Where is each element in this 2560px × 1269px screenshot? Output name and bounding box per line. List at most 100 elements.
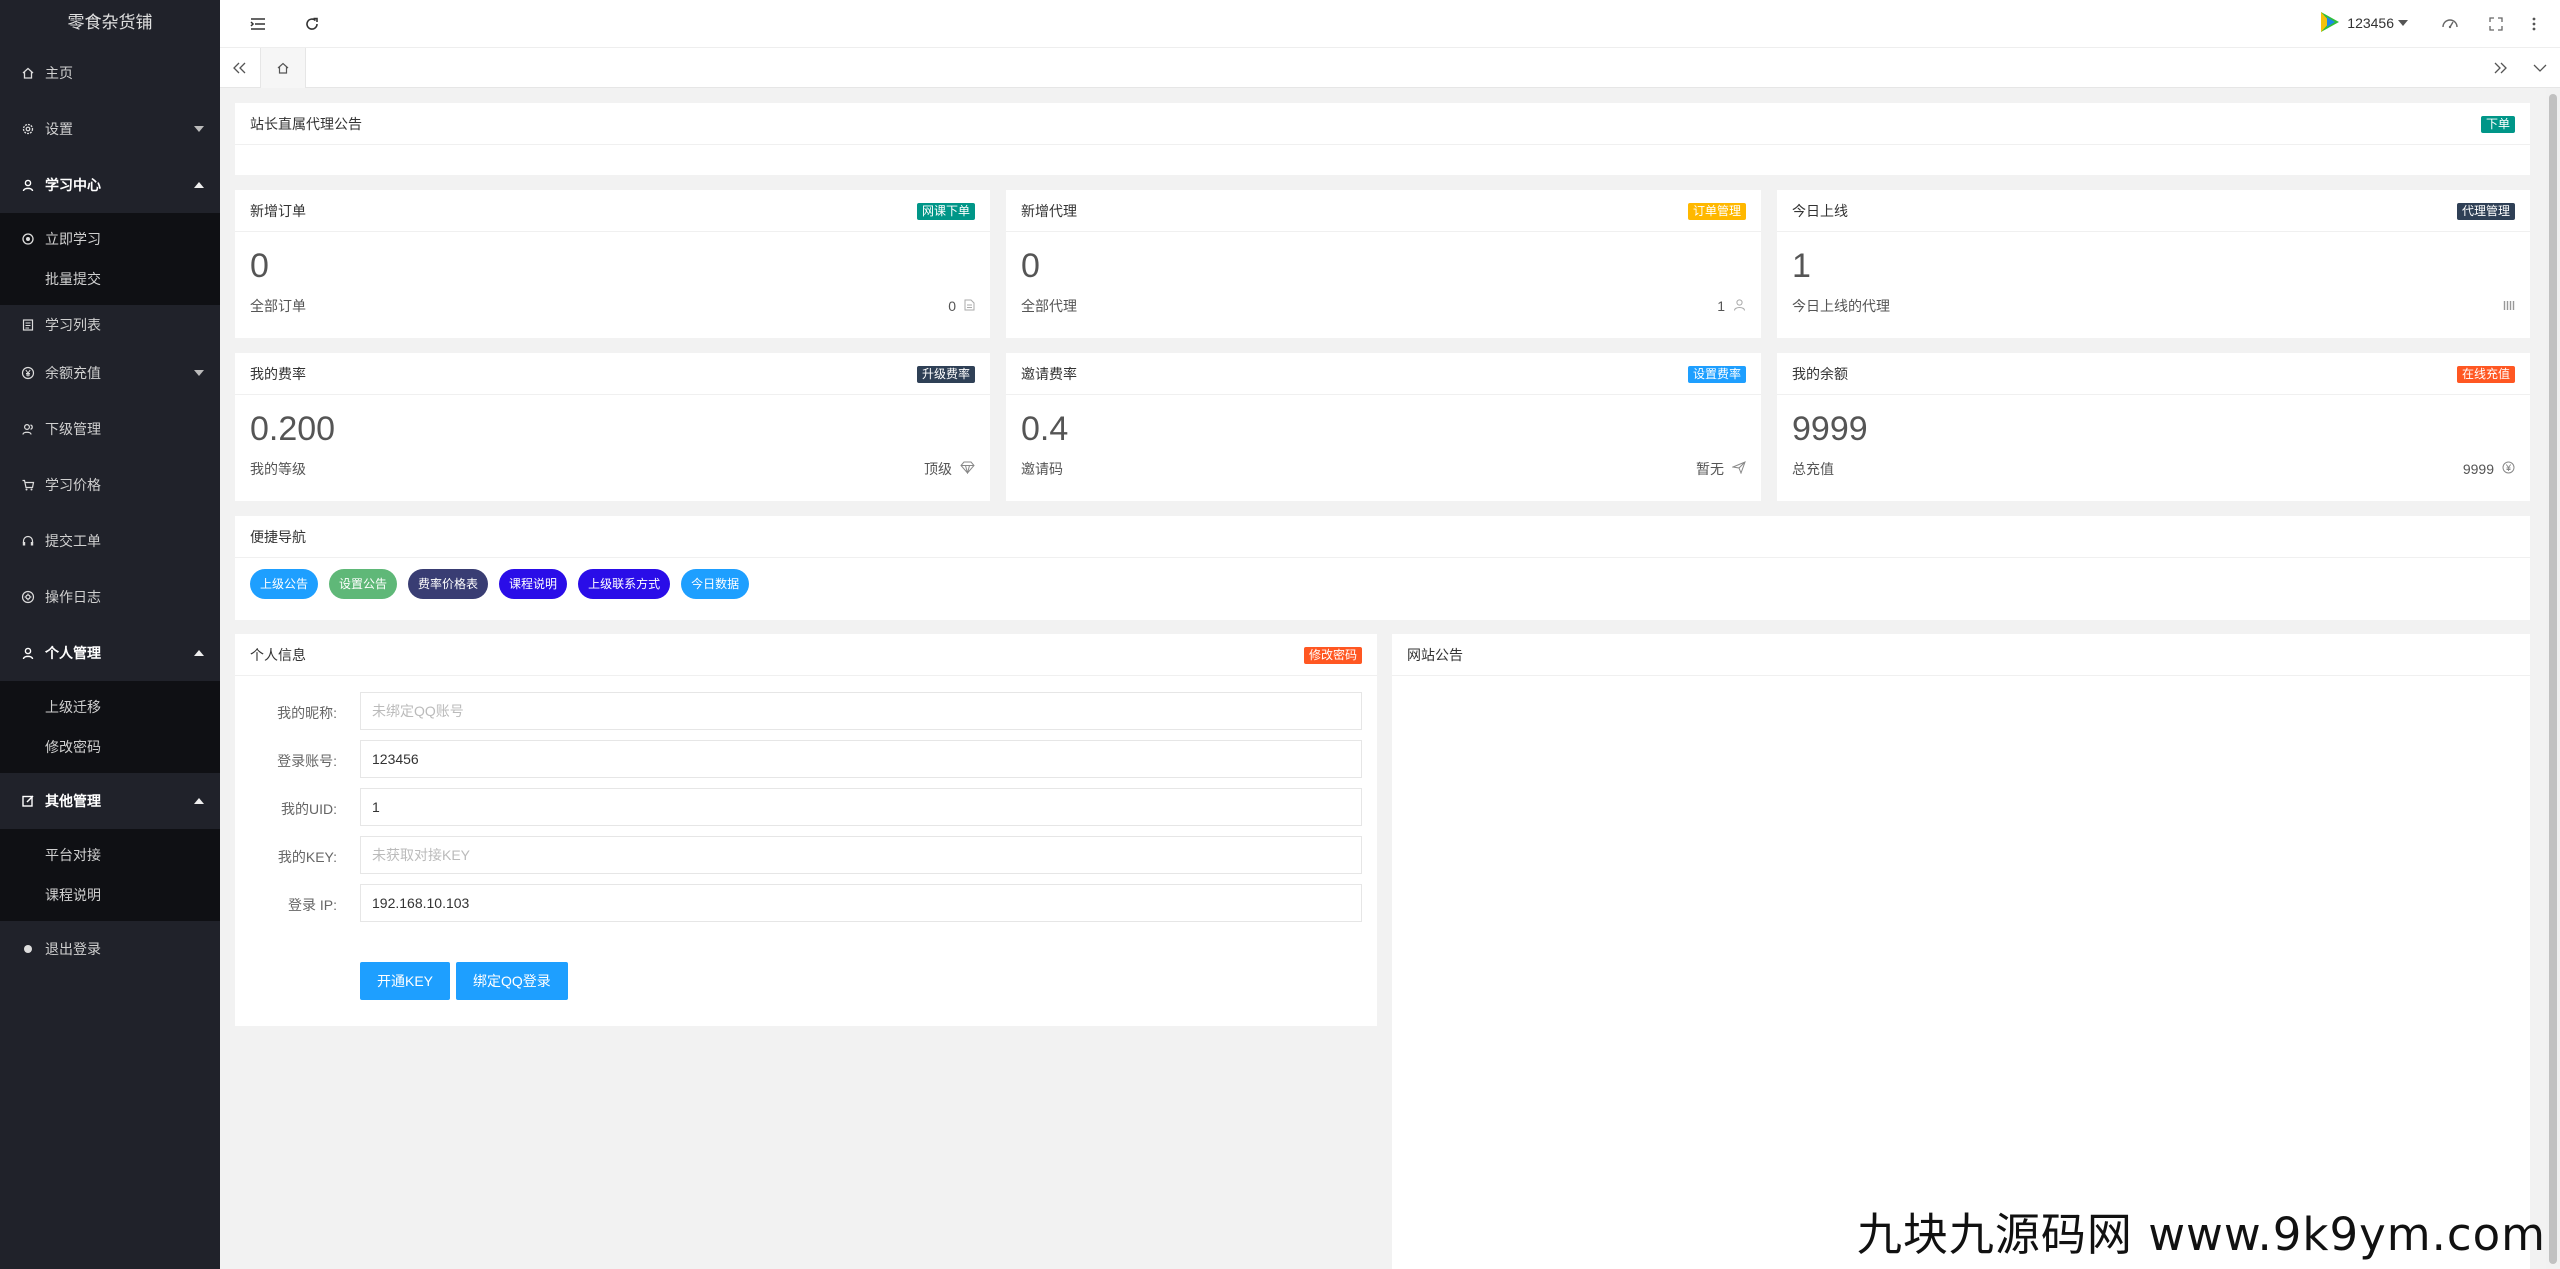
stat-value: 0.4 (1021, 410, 1069, 448)
sidebar-item-batch-submit[interactable]: 批量提交 (0, 259, 220, 299)
field-label: 我的UID: (281, 801, 337, 817)
form-row-ip: 登录 IP: 192.168.10.103 (235, 884, 1377, 924)
study-center-submenu: 立即学习 批量提交 (0, 213, 220, 305)
card-header: 我的余额 在线充值 (1777, 353, 2530, 395)
stat-sub-label: 全部代理 (1021, 298, 1077, 314)
sidebar-item-settings[interactable]: 设置 (0, 101, 220, 157)
sidebar-item-label: 个人管理 (45, 645, 101, 661)
tab-home[interactable] (260, 48, 306, 88)
order-manage-badge[interactable]: 订单管理 (1687, 203, 1746, 220)
theme-icon[interactable] (2438, 12, 2462, 36)
tabs-scroll-left-icon[interactable] (220, 48, 260, 88)
change-password-badge[interactable]: 修改密码 (1303, 647, 1362, 664)
form-row-account: 登录账号: 123456 (235, 740, 1377, 780)
sidebar-item-label: 学习价格 (45, 477, 101, 493)
quick-nav-today-data[interactable]: 今日数据 (681, 569, 750, 599)
app-logo[interactable]: 零食杂货铺 (0, 0, 220, 45)
stat-sub-value: 0 (948, 298, 956, 314)
sidebar-item-platform-dock[interactable]: 平台对接 (0, 835, 220, 875)
scrollbar-thumb[interactable] (2549, 94, 2557, 1264)
order-course-badge[interactable]: 网课下单 (916, 203, 975, 220)
sidebar-item-superior-migrate[interactable]: 上级迁移 (0, 687, 220, 727)
sidebar-item-label: 主页 (45, 65, 73, 81)
chevron-down-icon (194, 370, 204, 376)
stat-card-online-today: 今日上线 代理管理 1 今日上线的代理 (1777, 190, 2530, 338)
sidebar-item-study-now[interactable]: 立即学习 (0, 219, 220, 259)
more-icon[interactable] (2522, 12, 2546, 36)
sidebar-item-recharge[interactable]: 余额充值 (0, 345, 220, 401)
quick-nav-superior-contact[interactable]: 上级联系方式 (578, 569, 671, 599)
tabs-bar (220, 48, 2560, 88)
agent-manage-badge[interactable]: 代理管理 (2456, 203, 2515, 220)
online-recharge-badge[interactable]: 在线充值 (2456, 366, 2515, 383)
scrollbar[interactable] (2546, 88, 2560, 1269)
account-field[interactable]: 123456 (360, 740, 1362, 778)
sidebar-item-label: 退出登录 (45, 941, 101, 957)
avatar (2315, 9, 2343, 37)
menu-toggle-icon[interactable] (246, 12, 270, 36)
card-title: 新增代理 (1021, 203, 1077, 219)
edit-icon (20, 793, 36, 809)
card-header: 今日上线 代理管理 (1777, 190, 2530, 232)
sidebar-item-ticket[interactable]: 提交工单 (0, 513, 220, 569)
stat-footer: 总充值 9999 (1777, 449, 2530, 479)
top-header: 123456 (220, 0, 2560, 48)
stat-value: 9999 (1792, 410, 1868, 448)
sidebar-item-study-price[interactable]: 学习价格 (0, 457, 220, 513)
other-submenu: 平台对接 课程说明 (0, 829, 220, 921)
field-label: 我的昵称: (277, 705, 337, 721)
tabs-scroll-right-icon[interactable] (2480, 48, 2520, 88)
set-rate-badge[interactable]: 设置费率 (1687, 366, 1746, 383)
user-menu[interactable]: 123456 (2315, 9, 2408, 37)
card-header: 站长直属代理公告 下单 (235, 103, 2530, 145)
stat-value: 1 (1792, 247, 1811, 285)
key-field[interactable]: 未获取对接KEY (360, 836, 1362, 874)
tabs-menu-chevron-icon[interactable] (2520, 48, 2560, 88)
upgrade-rate-badge[interactable]: 升级费率 (916, 366, 975, 383)
stat-footer: 全部代理 1 (1006, 286, 1761, 316)
stat-footer: 全部订单 0 (235, 286, 990, 316)
sidebar-item-label: 学习列表 (45, 317, 101, 333)
bind-qq-button[interactable]: 绑定QQ登录 (456, 962, 568, 1000)
card-title: 我的余额 (1792, 366, 1848, 382)
fullscreen-icon[interactable] (2484, 12, 2508, 36)
notice-card: 站长直属代理公告 下单 (235, 103, 2530, 175)
sidebar-item-change-password[interactable]: 修改密码 (0, 727, 220, 767)
form-row-key: 我的KEY: 未获取对接KEY (235, 836, 1377, 876)
quick-nav-superior-notice[interactable]: 上级公告 (250, 569, 319, 599)
uid-field[interactable]: 1 (360, 788, 1362, 826)
quick-nav-card: 便捷导航 上级公告 设置公告 费率价格表 课程说明 上级联系方式 今日数据 (235, 516, 2530, 620)
profile-card: 个人信息 修改密码 我的昵称: 未绑定QQ账号 登录账号: 123456 我的U… (235, 634, 1377, 1026)
card-title: 网站公告 (1407, 647, 1463, 663)
nickname-field[interactable]: 未绑定QQ账号 (360, 692, 1362, 730)
sidebar-item-label: 学习中心 (45, 177, 101, 193)
refresh-icon[interactable] (300, 12, 324, 36)
quick-nav-rate-table[interactable]: 费率价格表 (408, 569, 489, 599)
sidebar-item-course-desc[interactable]: 课程说明 (0, 875, 220, 915)
sidebar-item-study-center[interactable]: 学习中心 (0, 157, 220, 213)
sidebar-item-sub-manage[interactable]: 下级管理 (0, 401, 220, 457)
open-key-button[interactable]: 开通KEY (360, 962, 451, 1000)
bars-icon (2503, 298, 2515, 314)
quick-nav-course-desc[interactable]: 课程说明 (499, 569, 568, 599)
form-row-uid: 我的UID: 1 (235, 788, 1377, 828)
sidebar-item-personal[interactable]: 个人管理 (0, 625, 220, 681)
sidebar-item-study-list[interactable]: 学习列表 (0, 305, 220, 345)
field-label: 登录账号: (277, 753, 337, 769)
stat-card-my-balance: 我的余额 在线充值 9999 总充值 9999 (1777, 353, 2530, 501)
card-title: 我的费率 (250, 366, 306, 382)
chevron-up-icon (194, 182, 204, 188)
chevron-up-icon (194, 798, 204, 804)
sidebar-item-label: 平台对接 (45, 847, 101, 863)
quick-nav-set-notice[interactable]: 设置公告 (329, 569, 398, 599)
send-icon (1731, 461, 1746, 477)
card-header: 邀请费率 设置费率 (1006, 353, 1761, 395)
ip-field[interactable]: 192.168.10.103 (360, 884, 1362, 922)
stat-value: 0 (250, 247, 269, 285)
sidebar-item-logout[interactable]: 退出登录 (0, 921, 220, 977)
card-header: 新增代理 订单管理 (1006, 190, 1761, 232)
sidebar-item-home[interactable]: 主页 (0, 45, 220, 101)
sidebar-item-other[interactable]: 其他管理 (0, 773, 220, 829)
sidebar-item-op-log[interactable]: 操作日志 (0, 569, 220, 625)
order-badge[interactable]: 下单 (2480, 116, 2515, 133)
